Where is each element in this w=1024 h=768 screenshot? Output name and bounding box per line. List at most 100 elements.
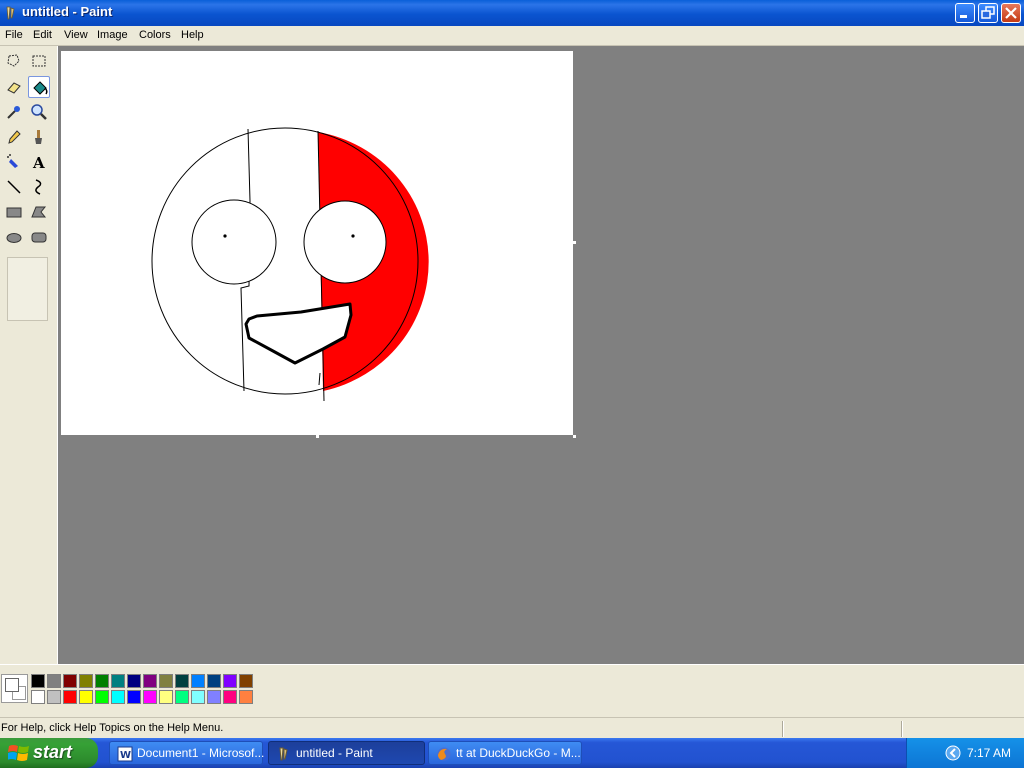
brush-icon: [35, 130, 42, 144]
task-paint-label: untitled - Paint: [296, 746, 373, 760]
menu-file[interactable]: File: [3, 28, 25, 42]
tool-select[interactable]: [28, 50, 50, 72]
tool-rounded-rectangle[interactable]: [28, 226, 50, 248]
task-firefox[interactable]: tt at DuckDuckGo - M...: [428, 741, 582, 765]
status-divider: [901, 721, 903, 737]
palette-color-bottom-10[interactable]: [191, 690, 205, 704]
tool-rectangle[interactable]: [3, 201, 25, 223]
palette-color-top-11[interactable]: [207, 674, 221, 688]
drawing: [151, 127, 429, 402]
tool-magnifier[interactable]: [28, 101, 50, 123]
line-icon: [7, 180, 21, 194]
foreground-color-swatch: [5, 678, 19, 692]
menu-bar: File Edit View Image Colors Help: [0, 26, 1024, 46]
palette-color-bottom-5[interactable]: [111, 690, 125, 704]
palette-color-bottom-0[interactable]: [31, 690, 45, 704]
palette-color-bottom-1[interactable]: [47, 690, 61, 704]
palette-color-top-8[interactable]: [159, 674, 173, 688]
right-pupil: [351, 234, 355, 238]
tool-options-box[interactable]: [7, 257, 48, 321]
palette-color-bottom-6[interactable]: [127, 690, 141, 704]
select-icon: [32, 55, 46, 67]
palette-color-top-0[interactable]: [31, 674, 45, 688]
palette-color-bottom-3[interactable]: [79, 690, 93, 704]
menu-help[interactable]: Help: [179, 28, 206, 42]
color-box: [0, 664, 1024, 715]
workspace[interactable]: [58, 46, 1024, 664]
palette-color-top-5[interactable]: [111, 674, 125, 688]
menu-view[interactable]: View: [62, 28, 90, 42]
resize-handle-corner[interactable]: [573, 435, 576, 438]
task-word[interactable]: W Document1 - Microsof...: [109, 741, 265, 765]
resize-handle-right[interactable]: [573, 241, 576, 244]
status-help-text: For Help, click Help Topics on the Help …: [1, 722, 224, 734]
tool-curve[interactable]: [28, 176, 50, 198]
menu-image[interactable]: Image: [95, 28, 130, 42]
palette-color-top-6[interactable]: [127, 674, 141, 688]
palette-color-bottom-8[interactable]: [159, 690, 173, 704]
drawing-canvas[interactable]: [61, 51, 573, 435]
taskbar: start W Document1 - Microsof... untitled…: [0, 738, 1024, 768]
tool-line[interactable]: [3, 176, 25, 198]
current-colors[interactable]: [1, 674, 28, 703]
palette-color-bottom-9[interactable]: [175, 690, 189, 704]
right-eye: [303, 200, 387, 284]
free-form-select-icon: [7, 54, 20, 67]
palette-color-top-3[interactable]: [79, 674, 93, 688]
minimize-button[interactable]: [955, 3, 975, 23]
tool-ellipse[interactable]: [3, 226, 25, 248]
resize-handle-bottom[interactable]: [316, 435, 319, 438]
palette-color-bottom-2[interactable]: [63, 690, 77, 704]
task-word-label: Document1 - Microsof...: [137, 746, 265, 760]
palette-color-bottom-11[interactable]: [207, 690, 221, 704]
clock: 7:17 AM: [967, 746, 1012, 760]
rounded-rectangle-icon: [31, 232, 47, 243]
tool-polygon[interactable]: [28, 201, 50, 223]
windows-logo-icon: [8, 745, 29, 761]
left-eye: [191, 199, 277, 285]
tool-text[interactable]: A: [28, 151, 50, 173]
status-divider: [782, 721, 784, 737]
left-pupil: [223, 234, 227, 238]
tool-fill-with-color[interactable]: [28, 76, 50, 98]
restore-button[interactable]: [978, 3, 998, 23]
palette-color-bottom-4[interactable]: [95, 690, 109, 704]
palette-color-top-10[interactable]: [191, 674, 205, 688]
magnifier-icon: [31, 104, 47, 120]
palette-color-top-4[interactable]: [95, 674, 109, 688]
tool-eraser[interactable]: [3, 76, 25, 98]
tool-box: A: [0, 46, 58, 664]
tool-airbrush[interactable]: [3, 151, 25, 173]
pick-color-icon: [7, 106, 20, 119]
palette-color-bottom-13[interactable]: [239, 690, 253, 704]
window-title: untitled - Paint: [22, 4, 113, 19]
show-hidden-icons-icon[interactable]: [945, 745, 961, 761]
menu-edit[interactable]: Edit: [31, 28, 54, 42]
palette-color-top-12[interactable]: [223, 674, 237, 688]
title-bar[interactable]: untitled - Paint: [0, 0, 1024, 26]
tool-pencil[interactable]: [3, 126, 25, 148]
minimize-icon: [960, 15, 967, 18]
firefox-icon: [437, 747, 451, 761]
palette-color-bottom-12[interactable]: [223, 690, 237, 704]
tool-pick-color[interactable]: [3, 101, 25, 123]
tool-free-form-select[interactable]: [3, 50, 25, 72]
palette-color-top-2[interactable]: [63, 674, 77, 688]
start-button[interactable]: start: [0, 738, 98, 768]
tool-brush[interactable]: [28, 126, 50, 148]
task-paint[interactable]: untitled - Paint: [268, 741, 425, 765]
close-icon: [1005, 7, 1017, 19]
palette-color-bottom-7[interactable]: [143, 690, 157, 704]
menu-colors[interactable]: Colors: [137, 28, 173, 42]
task-firefox-label: tt at DuckDuckGo - M...: [456, 746, 581, 760]
palette-color-top-13[interactable]: [239, 674, 253, 688]
rectangle-icon: [6, 207, 22, 218]
palette-color-top-1[interactable]: [47, 674, 61, 688]
close-button[interactable]: [1001, 3, 1021, 23]
word-icon: W: [117, 746, 133, 762]
palette-color-top-9[interactable]: [175, 674, 189, 688]
pencil-icon: [8, 130, 21, 144]
paint-app-icon[interactable]: [3, 5, 19, 21]
palette-color-top-7[interactable]: [143, 674, 157, 688]
polygon-icon: [31, 206, 47, 218]
